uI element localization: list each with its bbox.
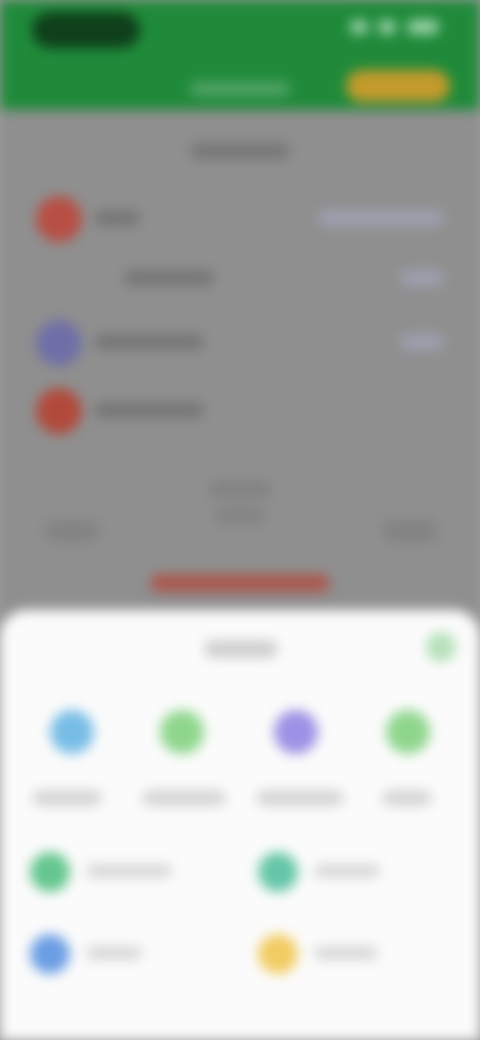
center-value (214, 506, 266, 524)
list-item[interactable] (36, 388, 444, 438)
top-app-bar (0, 0, 480, 110)
list-label (314, 946, 378, 960)
list-label (86, 946, 142, 960)
section-title (190, 142, 290, 160)
close-icon[interactable] (426, 632, 456, 662)
sheet-list-item-add[interactable] (30, 852, 230, 898)
notification-icon (258, 934, 298, 974)
row-label (94, 210, 140, 226)
grid-label (32, 790, 102, 806)
sheet-list-item-info[interactable] (30, 934, 230, 980)
grid-label (142, 790, 226, 806)
row-label (94, 402, 204, 418)
row-right-text (318, 210, 444, 226)
topbar-subtitle (190, 82, 290, 96)
sheet-title (204, 640, 278, 658)
avatar (36, 320, 82, 366)
grid-item-star[interactable] (358, 710, 458, 820)
red-action-button[interactable] (150, 574, 330, 592)
right-action[interactable] (382, 520, 438, 542)
left-action[interactable] (44, 520, 100, 542)
wifi-icon (378, 20, 397, 34)
dimmed-background (0, 110, 480, 630)
status-bar-icons (350, 20, 450, 42)
row-label (94, 334, 204, 350)
grid-item-chat[interactable] (132, 710, 232, 820)
cta-button[interactable] (346, 70, 450, 102)
row-label (124, 270, 214, 286)
grid-label (256, 790, 344, 806)
share-icon (50, 710, 94, 754)
battery-icon (406, 20, 439, 34)
add-icon (30, 852, 70, 892)
grid-item-profile[interactable] (246, 710, 346, 820)
sheet-list-item-settings[interactable] (258, 852, 458, 898)
settings-icon (258, 852, 298, 892)
sheet-list-item-notification[interactable] (258, 934, 458, 980)
info-icon (30, 934, 70, 974)
app-logo-icon[interactable] (32, 12, 140, 48)
signal-icon (350, 20, 368, 34)
profile-icon (274, 710, 318, 754)
list-item[interactable] (36, 256, 444, 306)
star-icon (386, 710, 430, 754)
avatar (36, 388, 82, 434)
row-right-text (400, 334, 444, 350)
grid-item-share[interactable] (22, 710, 122, 820)
list-label (86, 864, 172, 878)
center-title (208, 480, 272, 498)
list-label (314, 864, 380, 878)
grid-label (382, 790, 432, 806)
list-item[interactable] (36, 196, 444, 246)
row-right-text (400, 270, 444, 286)
chat-icon (160, 710, 204, 754)
avatar (36, 196, 82, 242)
list-item[interactable] (36, 320, 444, 370)
